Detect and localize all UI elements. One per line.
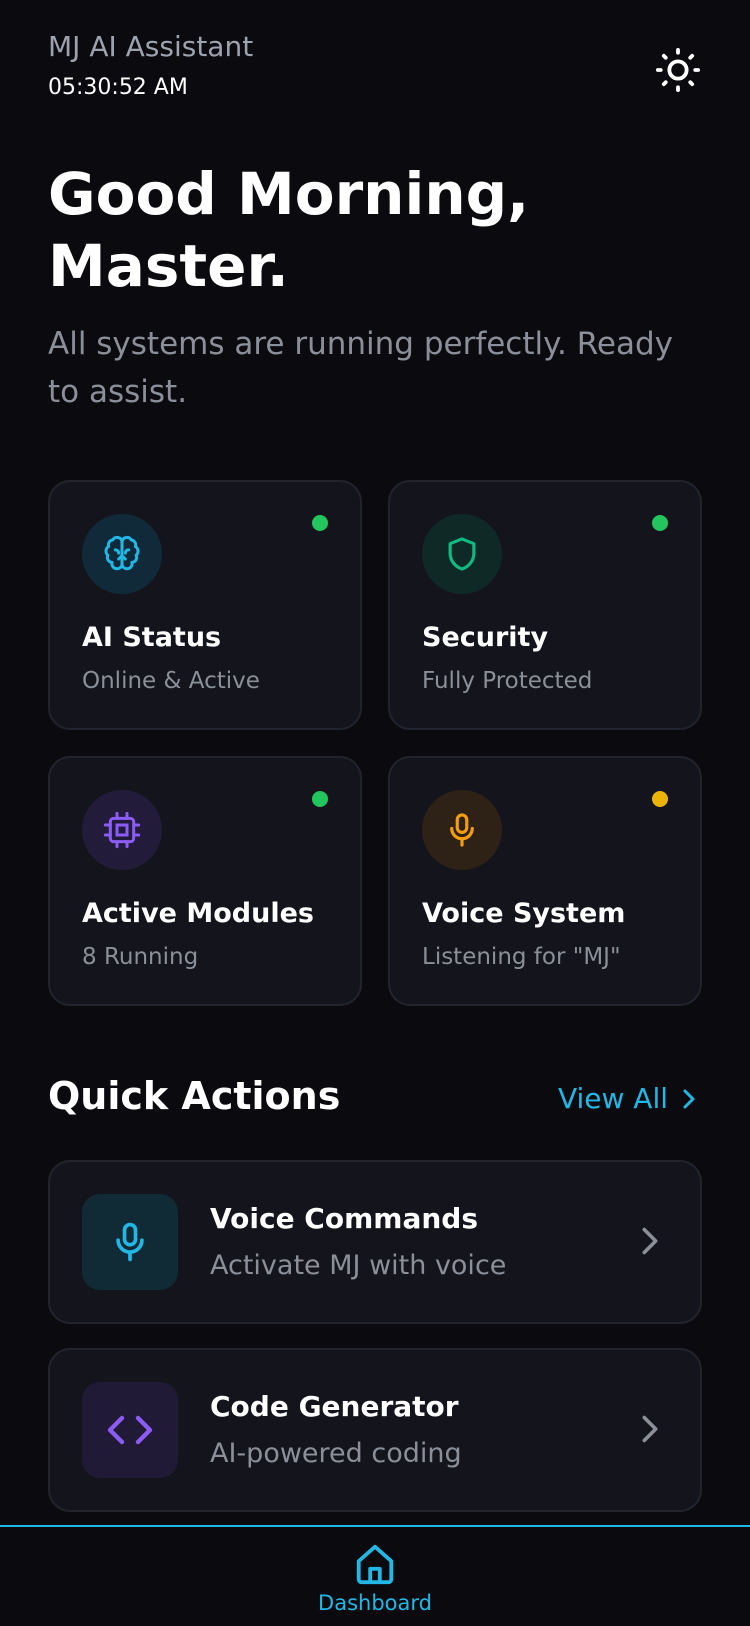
card-subtitle: 8 Running <box>82 944 199 970</box>
status-indicator-online <box>312 515 328 531</box>
quick-actions-heading: Quick Actions <box>48 1074 341 1118</box>
quick-action-code-generator[interactable]: Code Generator AI-powered coding <box>48 1348 702 1512</box>
cpu-chip-icon <box>82 790 162 870</box>
status-card-modules[interactable]: Active Modules 8 Running <box>48 756 362 1006</box>
action-title: Code Generator <box>210 1390 459 1423</box>
status-card-ai[interactable]: AI Status Online & Active <box>48 480 362 730</box>
status-card-security[interactable]: Security Fully Protected <box>388 480 702 730</box>
card-title: Security <box>422 622 549 653</box>
nav-label: Dashboard <box>318 1591 432 1615</box>
brain-icon <box>82 514 162 594</box>
status-indicator-online <box>312 791 328 807</box>
theme-toggle-button[interactable] <box>654 46 702 94</box>
sun-icon <box>655 47 701 93</box>
bottom-navigation: Dashboard <box>0 1525 750 1626</box>
card-subtitle: Fully Protected <box>422 668 593 694</box>
card-title: AI Status <box>82 622 222 653</box>
chevron-right-icon <box>683 1089 695 1108</box>
microphone-icon <box>422 790 502 870</box>
quick-action-voice-commands[interactable]: Voice Commands Activate MJ with voice <box>48 1160 702 1324</box>
code-icon <box>82 1382 178 1478</box>
status-card-voice[interactable]: Voice System Listening for "MJ" <box>388 756 702 1006</box>
status-indicator-online <box>652 515 668 531</box>
view-all-label: View All <box>557 1082 668 1115</box>
nav-item-dashboard[interactable]: Dashboard <box>0 1541 750 1615</box>
action-title: Voice Commands <box>210 1202 478 1235</box>
app-name: MJ AI Assistant <box>48 30 254 63</box>
microphone-icon <box>82 1194 178 1290</box>
chevron-right-icon <box>642 1415 658 1443</box>
chevron-right-icon <box>642 1227 658 1255</box>
shield-icon <box>422 514 502 594</box>
card-title: Voice System <box>422 898 626 929</box>
action-subtitle: Activate MJ with voice <box>210 1250 507 1281</box>
card-title: Active Modules <box>82 898 314 929</box>
card-subtitle: Listening for "MJ" <box>422 944 621 970</box>
status-indicator-listening <box>652 791 668 807</box>
status-subtitle: All systems are running perfectly. Ready… <box>48 326 673 410</box>
current-time: 05:30:52 AM <box>48 75 188 100</box>
app-header: MJ AI Assistant 05:30:52 AM <box>48 30 702 100</box>
greeting-heading: Good Morning, Master. <box>48 160 530 300</box>
action-subtitle: AI-powered coding <box>210 1438 462 1469</box>
home-icon <box>356 1544 394 1585</box>
view-all-link[interactable]: View All <box>558 1082 696 1115</box>
card-subtitle: Online & Active <box>82 668 260 694</box>
